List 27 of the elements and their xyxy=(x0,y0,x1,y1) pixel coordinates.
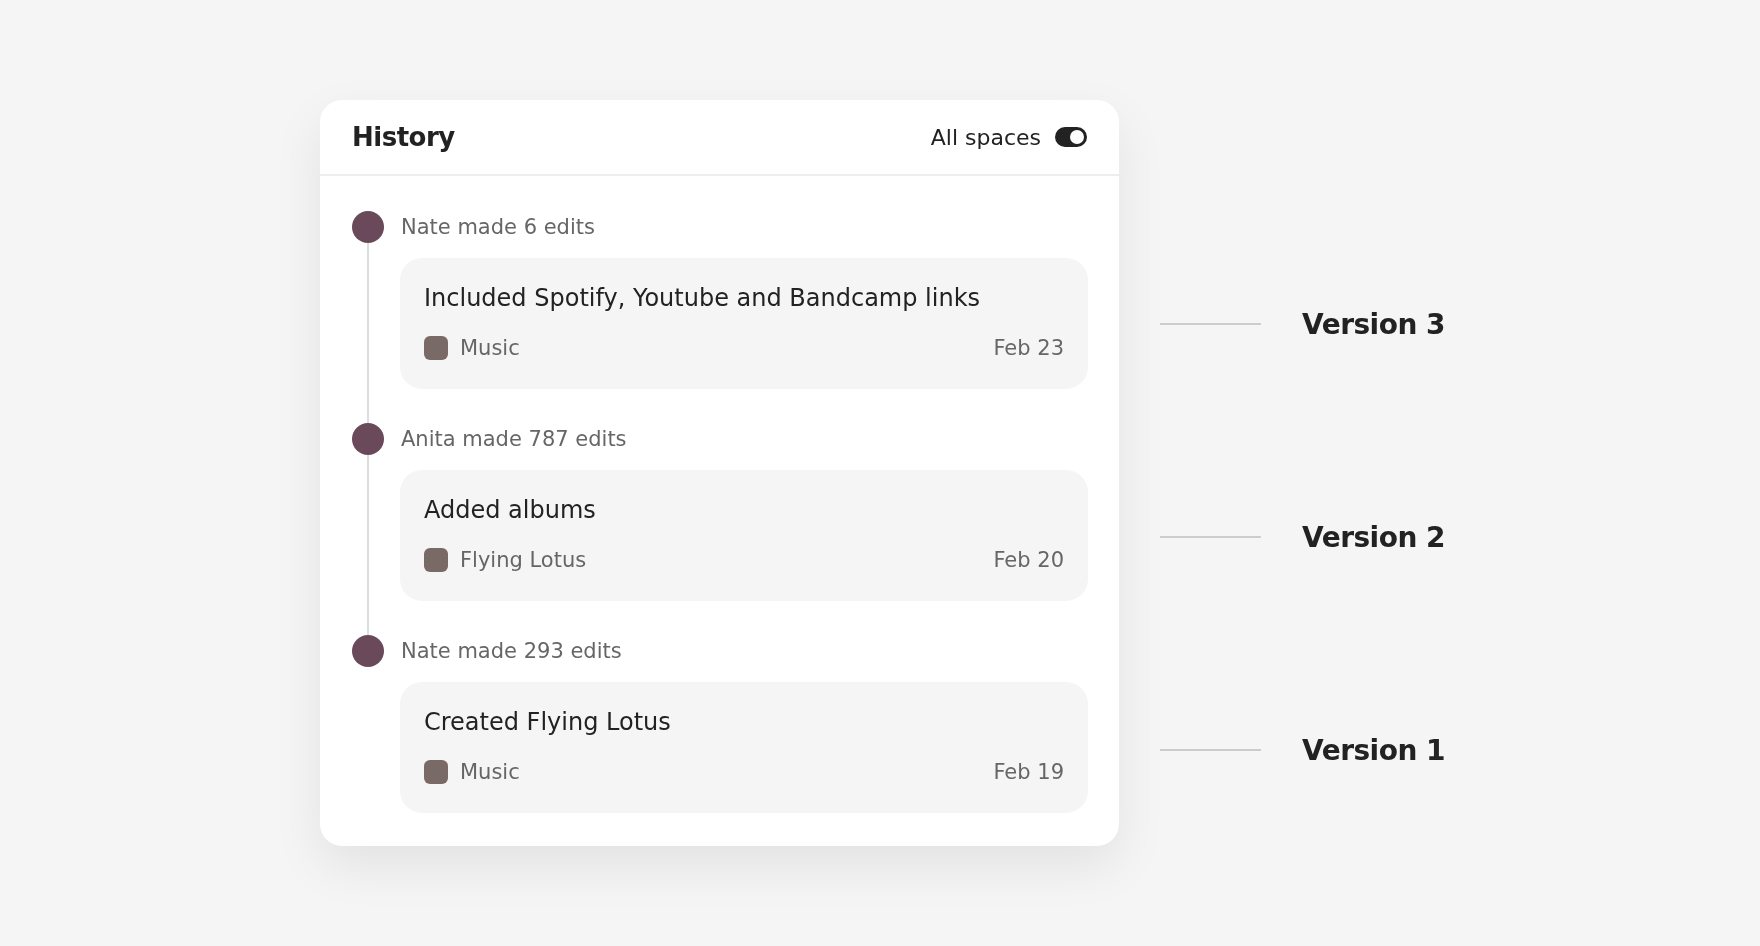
edit-date: Feb 19 xyxy=(993,760,1064,784)
avatar xyxy=(352,635,384,667)
space-thumbnail xyxy=(424,336,448,360)
toggle-switch[interactable] xyxy=(1055,127,1087,147)
change-title: Created Flying Lotus xyxy=(424,708,672,736)
version-label: Version 2 xyxy=(1302,520,1446,554)
filter-label: All spaces xyxy=(930,124,1041,150)
space-name: Flying Lotus xyxy=(460,548,587,572)
change-title: Added albums xyxy=(424,496,597,524)
space-name: Music xyxy=(460,336,520,360)
space-thumbnail xyxy=(424,760,448,784)
space-name: Music xyxy=(460,760,520,784)
edit-date: Feb 23 xyxy=(993,336,1064,360)
space-thumbnail xyxy=(424,548,448,572)
version-label: Version 3 xyxy=(1302,307,1446,341)
edit-date: Feb 20 xyxy=(993,548,1064,572)
version-card[interactable]: Included Spotify, Youtube and Bandcamp links Music Feb 23 xyxy=(400,258,1088,389)
avatar xyxy=(352,211,384,243)
avatar xyxy=(352,423,384,455)
change-title: Included Spotify, Youtube and Bandcamp links xyxy=(424,284,982,312)
edit-summary: Anita made 787 edits xyxy=(400,427,628,451)
version-label: Version 1 xyxy=(1302,733,1446,767)
panel-title: History xyxy=(352,122,455,152)
version-card[interactable]: Created Flying Lotus Music Feb 19 xyxy=(400,682,1088,813)
edit-summary: Nate made 293 edits xyxy=(400,639,623,663)
edit-summary: Nate made 6 edits xyxy=(400,215,596,239)
version-card[interactable]: Added albums Flying Lotus Feb 20 xyxy=(400,470,1088,601)
